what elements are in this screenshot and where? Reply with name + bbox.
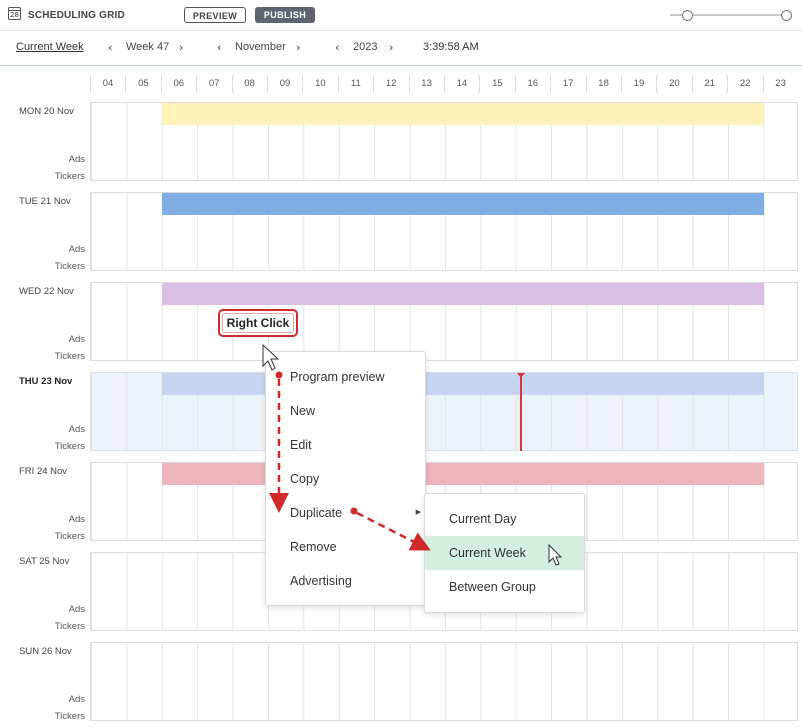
menu-item-copy[interactable]: Copy (266, 462, 425, 496)
hour-label: 09 (267, 75, 302, 93)
ads-row-label: Ads (68, 514, 85, 525)
tickers-row-label: Tickers (54, 531, 85, 542)
chevron-left-icon[interactable]: ‹ (217, 41, 221, 54)
day-label: SUN 26 Nov (19, 646, 72, 657)
hour-label: 12 (373, 75, 408, 93)
submenu-item-current-week[interactable]: Current Week (425, 536, 584, 570)
hour-label: 10 (302, 75, 337, 93)
day-timeline-grid[interactable] (90, 282, 798, 361)
duplicate-submenu: Current Day Current Week Between Group (424, 493, 585, 613)
program-block[interactable] (162, 283, 764, 305)
chevron-right-icon[interactable]: › (389, 41, 393, 54)
day-row: SUN 26 Nov Ads Tickers (0, 642, 802, 723)
date-navigation: Current Week ‹ Week 47 › ‹ November › ‹ … (0, 31, 802, 66)
day-timeline-grid[interactable] (90, 372, 798, 451)
chevron-left-icon[interactable]: ‹ (108, 41, 112, 54)
hour-label: 16 (514, 75, 550, 93)
day-label: TUE 21 Nov (19, 196, 71, 207)
tickers-row-label: Tickers (54, 351, 85, 362)
hour-header: 04 05 06 07 08 09 10 11 12 13 14 15 16 17 18 19 20 21 22 23 (90, 75, 798, 93)
day-timeline-grid[interactable] (90, 102, 798, 181)
hour-label: 04 (90, 75, 125, 93)
day-row: TUE 21 Nov Ads Tickers (0, 192, 802, 273)
program-block[interactable] (162, 463, 764, 485)
day-label: THU 23 Nov (19, 376, 73, 387)
day-timeline-grid[interactable] (90, 192, 798, 271)
context-menu: Program preview New Edit Copy Duplicate … (265, 351, 426, 606)
hour-label: 07 (196, 75, 231, 93)
hour-label: 21 (691, 75, 727, 93)
hour-label: 13 (408, 75, 444, 93)
menu-item-program-preview[interactable]: Program preview (266, 360, 425, 394)
hour-label: 15 (479, 75, 514, 93)
hour-label: 18 (585, 75, 621, 93)
right-click-callout: Right Click (218, 309, 298, 337)
day-row: MON 20 Nov Ads Tickers (0, 102, 802, 183)
hour-label: 11 (337, 75, 373, 93)
preview-button[interactable]: PREVIEW (184, 7, 246, 23)
tickers-row-label: Tickers (54, 171, 85, 182)
hour-label: 08 (231, 75, 267, 93)
day-label: SAT 25 Nov (19, 556, 70, 567)
week-label: Week 47 (126, 41, 170, 53)
chevron-left-icon[interactable]: ‹ (335, 41, 339, 54)
ads-row-label: Ads (68, 334, 85, 345)
hour-label: 17 (550, 75, 585, 93)
tickers-row-label: Tickers (54, 441, 85, 452)
zoom-slider-handle-end[interactable] (781, 10, 792, 21)
hour-label: 14 (444, 75, 479, 93)
day-label: MON 20 Nov (19, 106, 74, 117)
menu-item-advertising[interactable]: Advertising (266, 564, 425, 598)
program-block[interactable] (162, 103, 764, 125)
menu-item-duplicate-label: Duplicate (290, 506, 343, 520)
current-time-marker-icon (517, 373, 525, 378)
current-time: 3:39:58 AM (423, 41, 479, 53)
hour-label: 20 (656, 75, 691, 93)
submenu-item-current-day[interactable]: Current Day (425, 502, 584, 536)
menu-item-edit[interactable]: Edit (266, 428, 425, 462)
hour-label: 06 (160, 75, 196, 93)
hour-label: 23 (762, 75, 798, 93)
submenu-item-between-group[interactable]: Between Group (425, 570, 584, 604)
tickers-row-label: Tickers (54, 711, 85, 722)
program-block[interactable] (162, 373, 764, 395)
tickers-row-label: Tickers (54, 261, 85, 272)
tickers-row-label: Tickers (54, 621, 85, 632)
year-label: 2023 (353, 41, 378, 53)
ads-row-label: Ads (68, 244, 85, 255)
month-label: November (235, 41, 286, 53)
current-time-indicator (520, 373, 522, 451)
ads-row-label: Ads (68, 604, 85, 615)
ads-row-label: Ads (68, 424, 85, 435)
zoom-slider-handle-start[interactable] (682, 10, 693, 21)
ads-row-label: Ads (68, 154, 85, 165)
day-timeline-grid[interactable] (90, 642, 798, 721)
submenu-arrow-icon: ▶ (415, 509, 421, 516)
chevron-right-icon[interactable]: › (179, 41, 183, 54)
day-label: WED 22 Nov (19, 286, 74, 297)
current-week-link[interactable]: Current Week (16, 41, 84, 53)
program-block[interactable] (162, 193, 764, 215)
ads-row-label: Ads (68, 694, 85, 705)
callout-text: Right Click (226, 316, 290, 330)
publish-button[interactable]: PUBLISH (255, 7, 315, 23)
calendar-icon: 28 (8, 7, 21, 20)
menu-item-duplicate[interactable]: Duplicate ▶ (266, 496, 425, 530)
day-label: FRI 24 Nov (19, 466, 68, 477)
hour-label: 22 (727, 75, 762, 93)
chevron-right-icon[interactable]: › (296, 41, 300, 54)
hour-label: 19 (621, 75, 656, 93)
hour-label: 05 (125, 75, 160, 93)
menu-item-new[interactable]: New (266, 394, 425, 428)
menu-item-remove[interactable]: Remove (266, 530, 425, 564)
app-title: SCHEDULING GRID (28, 10, 125, 21)
top-toolbar: 28 SCHEDULING GRID PREVIEW PUBLISH (0, 0, 802, 31)
